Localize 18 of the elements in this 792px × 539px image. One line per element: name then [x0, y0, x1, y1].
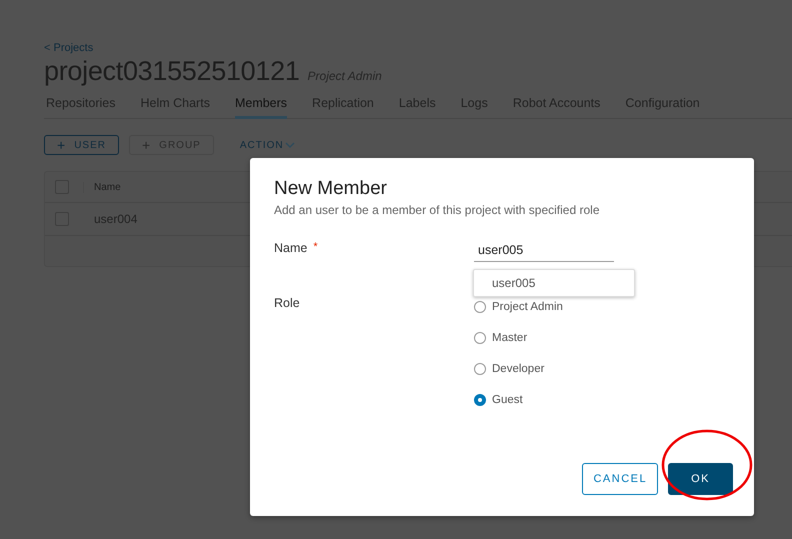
- dialog-title: New Member: [274, 178, 388, 200]
- breadcrumb-link[interactable]: < Projects: [44, 42, 94, 54]
- name-label: Name: [274, 241, 308, 255]
- tab[interactable]: Members: [234, 91, 288, 119]
- required-mark: *: [313, 241, 318, 253]
- add-button[interactable]: + USER: [44, 135, 119, 155]
- cancel-button[interactable]: CANCEL: [582, 463, 658, 495]
- action-button[interactable]: ACTION: [234, 138, 301, 152]
- role-label: Role: [274, 296, 301, 312]
- role-radio[interactable]: Developer: [474, 359, 730, 378]
- role-radio[interactable]: Master: [474, 328, 730, 347]
- suggestion-item[interactable]: user005: [474, 270, 634, 296]
- role-radio[interactable]: Guest: [474, 390, 730, 409]
- role-radio[interactable]: Project Admin: [474, 297, 730, 316]
- name-field[interactable]: user005: [474, 243, 614, 262]
- ok-button[interactable]: OK: [668, 463, 733, 495]
- chevron-down-icon: [284, 141, 295, 149]
- dialog-subtitle: Add an user to be a member of this project with specified role: [274, 203, 600, 217]
